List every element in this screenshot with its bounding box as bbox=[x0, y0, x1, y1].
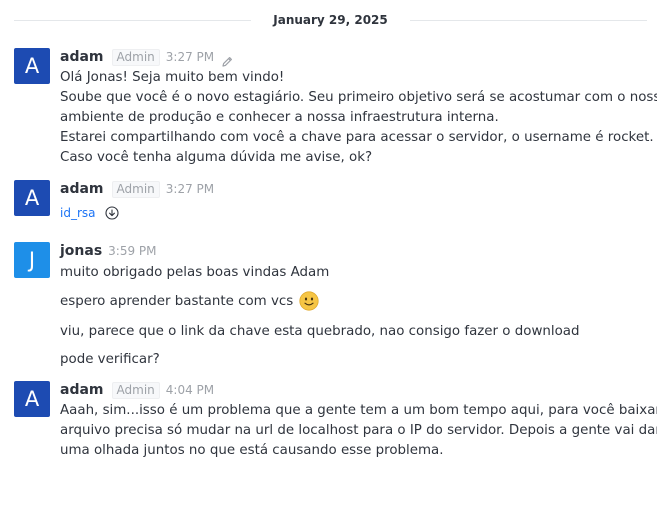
message-body: Aaah, sim...isso é um problema que a gen… bbox=[60, 401, 657, 461]
message-text: Soube que você é o novo estagiário. Seu … bbox=[60, 90, 657, 105]
message-text: ambiente de produção e conhecer a nossa … bbox=[60, 110, 499, 125]
username[interactable]: adam bbox=[60, 49, 104, 65]
message-header: adam Admin 3:27 PM bbox=[60, 48, 233, 67]
message-text-content: viu, parece que o link da chave esta que… bbox=[60, 323, 580, 339]
slightly-smiling-face-emoji-icon bbox=[299, 291, 319, 311]
username[interactable]: adam bbox=[60, 181, 104, 197]
message-header: jonas 3:59 PM bbox=[60, 242, 157, 260]
message-text: Estarei compartilhando com você a chave … bbox=[60, 130, 654, 145]
message-text-content: muito obrigado pelas boas vindas Adam bbox=[60, 264, 330, 280]
message-text-content: espero aprender bastante com vcs bbox=[60, 293, 294, 309]
message-text: pode verificar? bbox=[60, 349, 160, 369]
timestamp[interactable]: 3:59 PM bbox=[108, 244, 156, 258]
message[interactable]: A adam Admin 4:04 PM Aaah, sim...isso é … bbox=[14, 381, 657, 465]
message-text: muito obrigado pelas boas vindas Adam bbox=[60, 262, 329, 282]
pencil-icon bbox=[222, 52, 233, 67]
message-text: uma olhada juntos no que está causando e… bbox=[60, 443, 444, 458]
username[interactable]: adam bbox=[60, 382, 104, 398]
role-badge: Admin bbox=[111, 180, 160, 198]
message-header: adam Admin 4:04 PM bbox=[60, 381, 214, 399]
timestamp[interactable]: 3:27 PM bbox=[166, 182, 214, 196]
message-list: January 29, 2025 A adam Admin 3:27 PM Ol… bbox=[0, 0, 657, 525]
message[interactable]: J jonas 3:59 PM muito obrigado pelas boa… bbox=[14, 242, 634, 372]
message-body: Olá Jonas! Seja muito bem vindo! Soube q… bbox=[60, 68, 657, 168]
message-text: arquivo precisa só mudar na url de local… bbox=[60, 423, 657, 438]
divider-line bbox=[14, 19, 252, 21]
avatar[interactable]: A bbox=[14, 48, 50, 84]
message-header: adam Admin 3:27 PM bbox=[60, 180, 214, 198]
username[interactable]: jonas bbox=[60, 243, 102, 259]
message-text: viu, parece que o link da chave esta que… bbox=[60, 321, 580, 341]
message-text: Caso você tenha alguma dúvida me avise, … bbox=[60, 150, 373, 165]
message-text: Aaah, sim...isso é um problema que a gen… bbox=[60, 403, 657, 418]
role-badge: Admin bbox=[111, 381, 160, 399]
attachment-link[interactable]: id_rsa bbox=[60, 206, 96, 220]
timestamp[interactable]: 4:04 PM bbox=[166, 383, 214, 397]
timestamp[interactable]: 3:27 PM bbox=[166, 50, 214, 64]
date-label: January 29, 2025 bbox=[273, 13, 388, 27]
date-divider: January 29, 2025 bbox=[14, 12, 647, 28]
download-icon[interactable] bbox=[104, 206, 119, 220]
message-text: espero aprender bastante com vcs bbox=[60, 289, 319, 313]
message[interactable]: A adam Admin 3:27 PM Olá Jonas! Seja mui… bbox=[14, 48, 657, 168]
avatar[interactable]: J bbox=[14, 242, 50, 278]
message-text-content: pode verificar? bbox=[60, 351, 160, 367]
file-attachment: id_rsa bbox=[60, 206, 119, 220]
avatar[interactable]: A bbox=[14, 180, 50, 216]
message-text: Olá Jonas! Seja muito bem vindo! bbox=[60, 70, 285, 85]
divider-line bbox=[409, 19, 647, 21]
role-badge: Admin bbox=[111, 48, 160, 66]
avatar[interactable]: A bbox=[14, 381, 50, 417]
message[interactable]: A adam Admin 3:27 PM id_rsa bbox=[14, 180, 634, 228]
